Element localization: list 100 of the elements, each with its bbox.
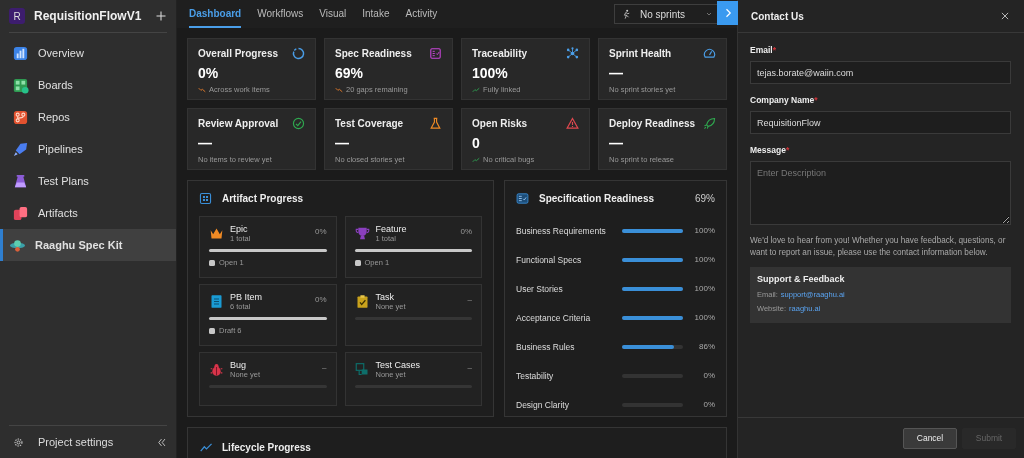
- close-icon[interactable]: [1000, 11, 1010, 21]
- artifact-percent: 0%: [314, 295, 327, 304]
- card-title: Review Approval: [198, 118, 279, 129]
- checklist-icon: [516, 192, 529, 205]
- panel-title: Lifecycle Progress: [222, 441, 311, 453]
- package-icon: [12, 204, 29, 222]
- card-title: Overall Progress: [198, 48, 279, 59]
- readiness-value: 86%: [698, 342, 715, 351]
- gauge-icon: [703, 47, 716, 60]
- intro-text: We'd love to hear from you! Whether you have feedback, questions, or want to report an issue, please use the contact information below.: [750, 235, 1007, 259]
- collapse-icon[interactable]: [156, 436, 167, 448]
- readiness-label: Business Rules: [516, 341, 576, 352]
- branch-icon: [12, 108, 29, 126]
- trend-down-icon: [335, 85, 343, 94]
- readiness-label: Business Requirements: [516, 225, 607, 236]
- legend-square-icon: [209, 327, 215, 334]
- tab[interactable]: Intake: [362, 0, 390, 28]
- flask-icon: [12, 172, 29, 190]
- readiness-percent: 69%: [695, 193, 715, 204]
- artifact-name: Test Cases: [375, 360, 422, 370]
- artifact-percent: 0%: [314, 227, 327, 236]
- card-title: Test Coverage: [335, 118, 404, 129]
- readiness-label: Acceptance Criteria: [516, 312, 592, 323]
- card-value: —: [609, 135, 624, 152]
- trend-down-icon: [198, 85, 206, 94]
- board-grid-icon: [12, 76, 29, 94]
- artifact-percent: –: [467, 295, 472, 304]
- card-title: Traceability: [472, 48, 528, 59]
- card-value: 0: [472, 135, 481, 152]
- artifact-name: PB Item: [230, 292, 263, 302]
- dialog-button[interactable]: Cancel: [903, 427, 957, 449]
- sidebar-item[interactable]: Artifacts: [0, 197, 176, 229]
- message-field[interactable]: Enter Description: [750, 161, 1011, 225]
- panel-title: Specification Readiness: [539, 193, 656, 204]
- settings-icon: [13, 436, 24, 448]
- project-avatar: R: [9, 8, 25, 24]
- card-title: Sprint Health: [609, 48, 672, 59]
- check-circle-icon: [292, 117, 305, 130]
- panel-title: Artifact Progress: [222, 193, 304, 204]
- flask-icon: [429, 117, 442, 130]
- support-title: Support & Feedback: [757, 273, 846, 284]
- tab[interactable]: Dashboard: [189, 0, 242, 28]
- tab[interactable]: Workflows: [257, 0, 304, 28]
- readiness-label: Design Clarity: [516, 399, 570, 410]
- card-value: —: [335, 135, 350, 152]
- document-icon: [209, 294, 224, 309]
- chart-tile-icon: [12, 44, 29, 62]
- project-settings-link[interactable]: Project settings: [9, 436, 114, 448]
- artifact-name: Bug: [230, 360, 247, 370]
- field-label: Email: [750, 45, 773, 55]
- test-case-icon: [354, 362, 370, 377]
- field-label: Message: [750, 145, 786, 155]
- network-icon: [566, 47, 579, 60]
- input-field[interactable]: RequisitionFlow: [750, 111, 1011, 134]
- runner-icon: [621, 8, 632, 20]
- dropdown-value: No sprints: [640, 8, 686, 20]
- sidebar-item[interactable]: Overview: [0, 37, 176, 69]
- artifact-name: Task: [375, 292, 395, 302]
- card-title: Deploy Readiness: [609, 118, 696, 129]
- progress-ring-icon: [292, 47, 305, 60]
- sidebar-item[interactable]: Repos: [0, 101, 176, 133]
- input-field[interactable]: tejas.borate@waiin.com: [750, 61, 1011, 84]
- readiness-label: User Stories: [516, 283, 564, 294]
- add-icon[interactable]: [155, 10, 167, 22]
- required-mark: *: [785, 145, 790, 155]
- card-title: Spec Readiness: [335, 48, 412, 59]
- sidebar-item[interactable]: Raaghu Spec Kit: [0, 229, 176, 261]
- legend-square-icon: [209, 259, 215, 266]
- readiness-value: 100%: [693, 313, 715, 322]
- readiness-value: 0%: [702, 371, 715, 380]
- card-value: —: [198, 135, 213, 152]
- crown-icon: [209, 226, 224, 241]
- required-mark: *: [772, 45, 776, 55]
- project-name: RequisitionFlowV1: [34, 9, 143, 23]
- readiness-value: 100%: [693, 255, 715, 264]
- sidebar-item[interactable]: Pipelines: [0, 133, 176, 165]
- card-value: —: [609, 65, 624, 82]
- tab[interactable]: Activity: [405, 0, 438, 28]
- grid-icon: [199, 192, 212, 205]
- readiness-value: 100%: [693, 284, 715, 293]
- trophy-icon: [354, 226, 370, 241]
- readiness-label: Testability: [516, 370, 555, 381]
- sidebar-item[interactable]: Test Plans: [0, 165, 176, 197]
- artifact-percent: –: [322, 363, 327, 372]
- card-title: Open Risks: [472, 118, 528, 129]
- panel-title: Contact Us: [751, 10, 804, 22]
- artifact-percent: –: [467, 363, 472, 372]
- chevron-down-icon: [705, 10, 713, 18]
- sprint-dropdown[interactable]: No sprints: [614, 4, 720, 24]
- field-label: Company Name: [750, 95, 815, 105]
- tab[interactable]: Visual: [319, 0, 347, 28]
- legend-square-icon: [354, 259, 361, 266]
- warning-icon: [566, 117, 579, 130]
- required-mark: *: [814, 95, 818, 105]
- sidebar-item[interactable]: Boards: [0, 69, 176, 101]
- card-value: 100%: [472, 65, 509, 82]
- bug-icon: [209, 362, 224, 377]
- trend-up-icon: [472, 155, 480, 164]
- artifact-name: Feature: [375, 224, 408, 234]
- card-value: 69%: [335, 65, 365, 82]
